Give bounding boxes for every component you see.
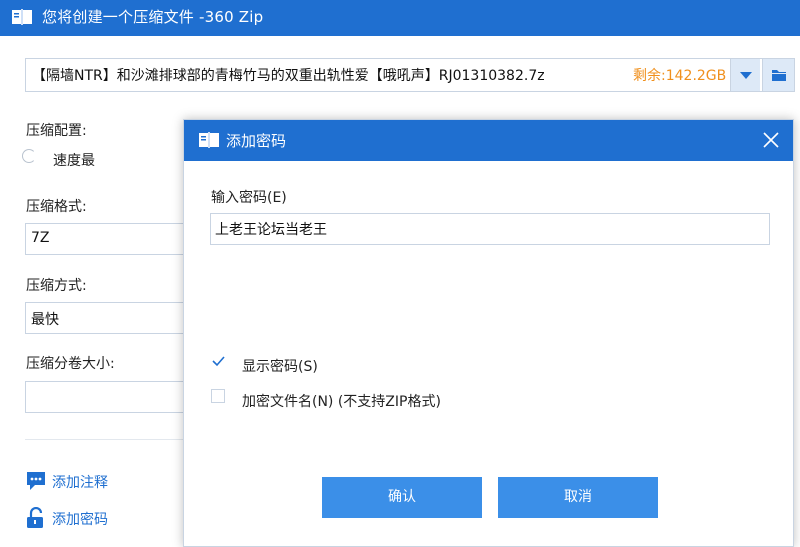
- split-size-input[interactable]: [25, 381, 190, 413]
- close-icon[interactable]: [762, 131, 780, 149]
- speed-radio-label[interactable]: 速度最: [53, 150, 95, 170]
- show-password-checkbox[interactable]: [211, 354, 225, 368]
- archive-path-text[interactable]: 【隔墙NTR】和沙滩排球部的青梅竹马的双重出轨性爱【哦吼声】RJ01310382…: [32, 66, 545, 86]
- browse-folder-button[interactable]: [762, 59, 794, 91]
- speed-radio[interactable]: [22, 149, 36, 163]
- dialog-title-bar: 添加密码: [184, 120, 793, 161]
- comment-icon: [27, 472, 45, 490]
- encrypt-filenames-checkbox[interactable]: [211, 389, 225, 403]
- dialog-title: 添加密码: [226, 132, 287, 150]
- config-label: 压缩配置:: [26, 123, 87, 139]
- method-select[interactable]: 最快: [25, 302, 190, 334]
- add-password-label[interactable]: 添加密码: [52, 509, 108, 529]
- divider: [25, 439, 190, 440]
- password-label: 输入密码(E): [211, 190, 287, 206]
- book-icon: [199, 132, 219, 148]
- confirm-button[interactable]: 确认: [322, 477, 482, 518]
- format-select[interactable]: 7Z: [25, 223, 190, 255]
- encrypt-filenames-label[interactable]: 加密文件名(N) (不支持ZIP格式): [242, 391, 441, 411]
- title-bar: 您将创建一个压缩文件 -360 Zip: [0, 0, 800, 36]
- free-space-label: 剩余:142.2GB: [633, 68, 727, 84]
- archive-path-field[interactable]: 【隔墙NTR】和沙滩排球部的青梅竹马的双重出轨性爱【哦吼声】RJ01310382…: [25, 58, 795, 92]
- password-input[interactable]: [210, 213, 770, 245]
- format-label: 压缩格式:: [26, 199, 87, 215]
- split-size-label: 压缩分卷大小:: [26, 356, 115, 372]
- method-label: 压缩方式:: [26, 278, 87, 294]
- add-comment-label[interactable]: 添加注释: [52, 472, 108, 492]
- add-password-dialog: 添加密码 输入密码(E) 显示密码(S) 加密文件名(N) (不支持ZIP格式)…: [183, 119, 794, 547]
- method-value: 最快: [31, 312, 59, 328]
- cancel-button[interactable]: 取消: [498, 477, 658, 518]
- window-title: 您将创建一个压缩文件 -360 Zip: [42, 8, 264, 26]
- format-value: 7Z: [31, 230, 50, 246]
- show-password-label[interactable]: 显示密码(S): [242, 356, 318, 376]
- folder-icon: [772, 70, 786, 81]
- book-icon: [12, 9, 32, 25]
- unlock-icon: [27, 507, 43, 528]
- path-dropdown-button[interactable]: [730, 59, 760, 91]
